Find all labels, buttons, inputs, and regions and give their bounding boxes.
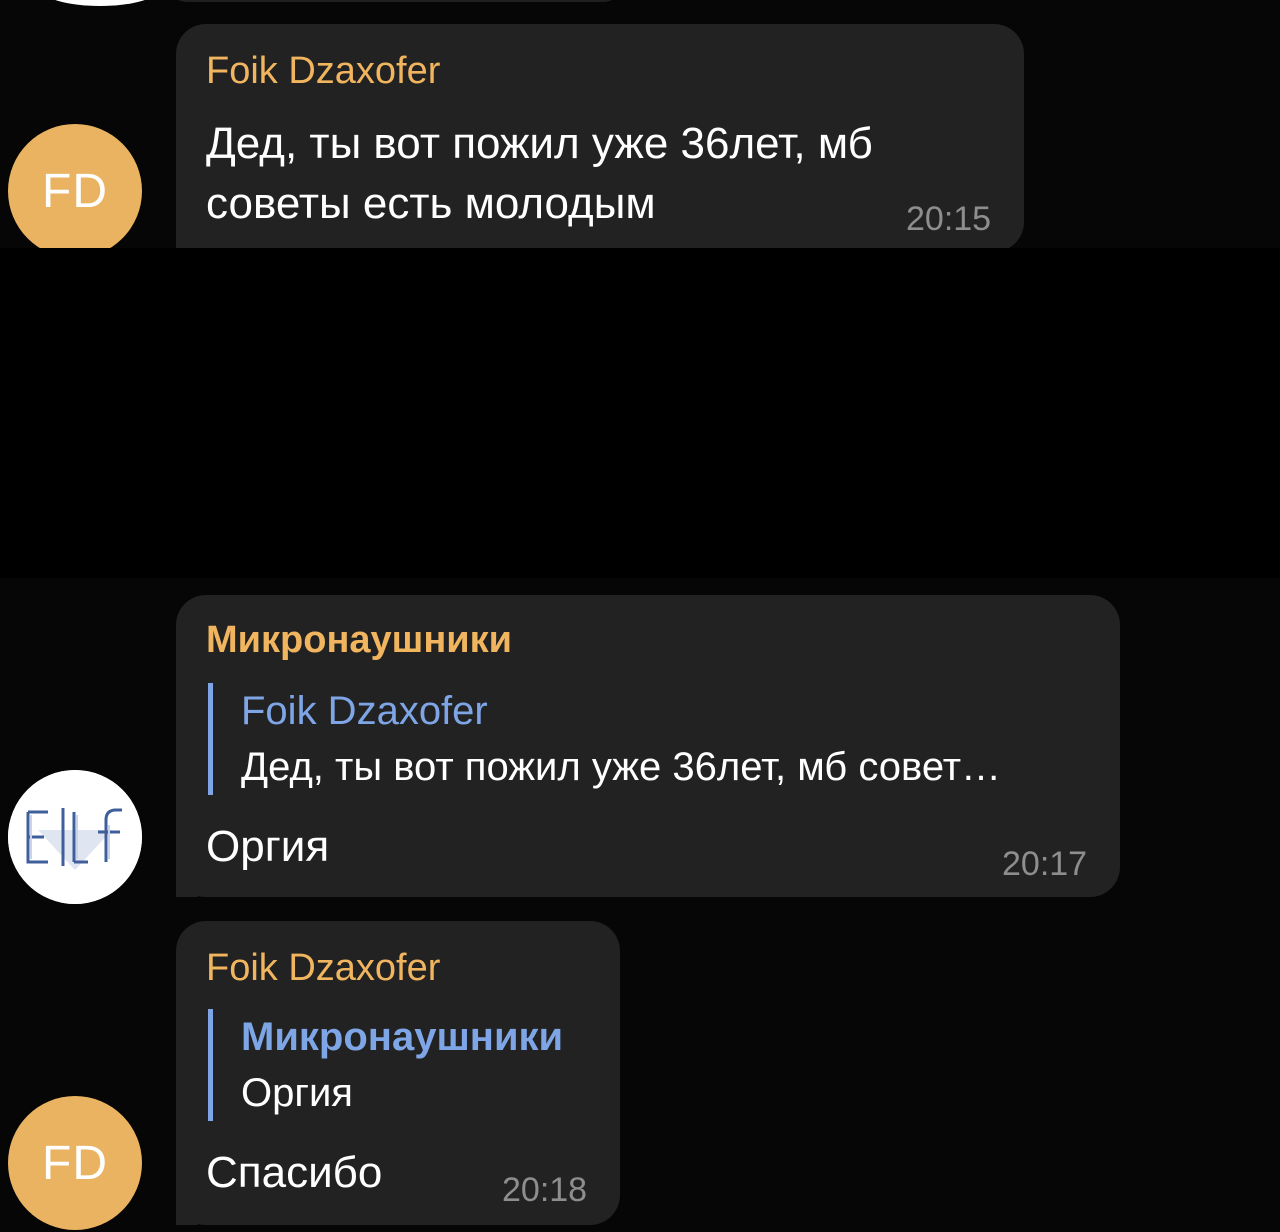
message-time: 20:15 (906, 200, 992, 238)
bubble-tail (158, 857, 198, 897)
reply-text: Дед, ты вот пожил уже 36лет, мб совет… (241, 745, 1002, 789)
avatar[interactable] (8, 770, 142, 904)
avatar[interactable]: FD (8, 124, 142, 258)
message-time: 20:18 (502, 1171, 588, 1209)
redacted-area (0, 248, 1280, 578)
message-bubble[interactable]: Foik Dzaxofer Дед, ты вот пожил уже 36ле… (158, 24, 1024, 252)
avatar-initials: FD (42, 164, 108, 218)
message-bubble[interactable]: Foik Dzaxofer Микронаушники Оргия Спасиб… (158, 921, 620, 1225)
previous-bubble-fragment (170, 0, 620, 2)
bubble-tail (158, 1185, 198, 1225)
reply-author: Foik Dzaxofer (241, 689, 488, 733)
message-text: Дед, ты вот пожил уже 36лет, мб советы е… (206, 119, 873, 228)
bubble-tail (158, 212, 198, 252)
reply-quote[interactable]: Foik Dzaxofer Дед, ты вот пожил уже 36ле… (208, 683, 1001, 795)
reply-text: Оргия (241, 1071, 353, 1115)
sender-name[interactable]: Микронаушники (206, 619, 512, 662)
sender-name[interactable]: Foik Dzaxofer (206, 947, 440, 990)
avatar[interactable]: FD (8, 1096, 142, 1230)
previous-avatar-fragment (40, 0, 160, 6)
reply-quote[interactable]: Микронаушники Оргия (208, 1009, 563, 1121)
sender-name[interactable]: Foik Dzaxofer (206, 50, 440, 93)
message-bubble[interactable]: Микронаушники Foik Dzaxofer Дед, ты вот … (158, 595, 1120, 897)
message-text: Спасибо (206, 1148, 383, 1197)
message-text: Оргия (206, 822, 330, 871)
elf-logo-icon (8, 770, 142, 904)
message-time: 20:17 (1002, 845, 1088, 883)
reply-author: Микронаушники (241, 1015, 564, 1059)
avatar-initials: FD (42, 1136, 108, 1190)
